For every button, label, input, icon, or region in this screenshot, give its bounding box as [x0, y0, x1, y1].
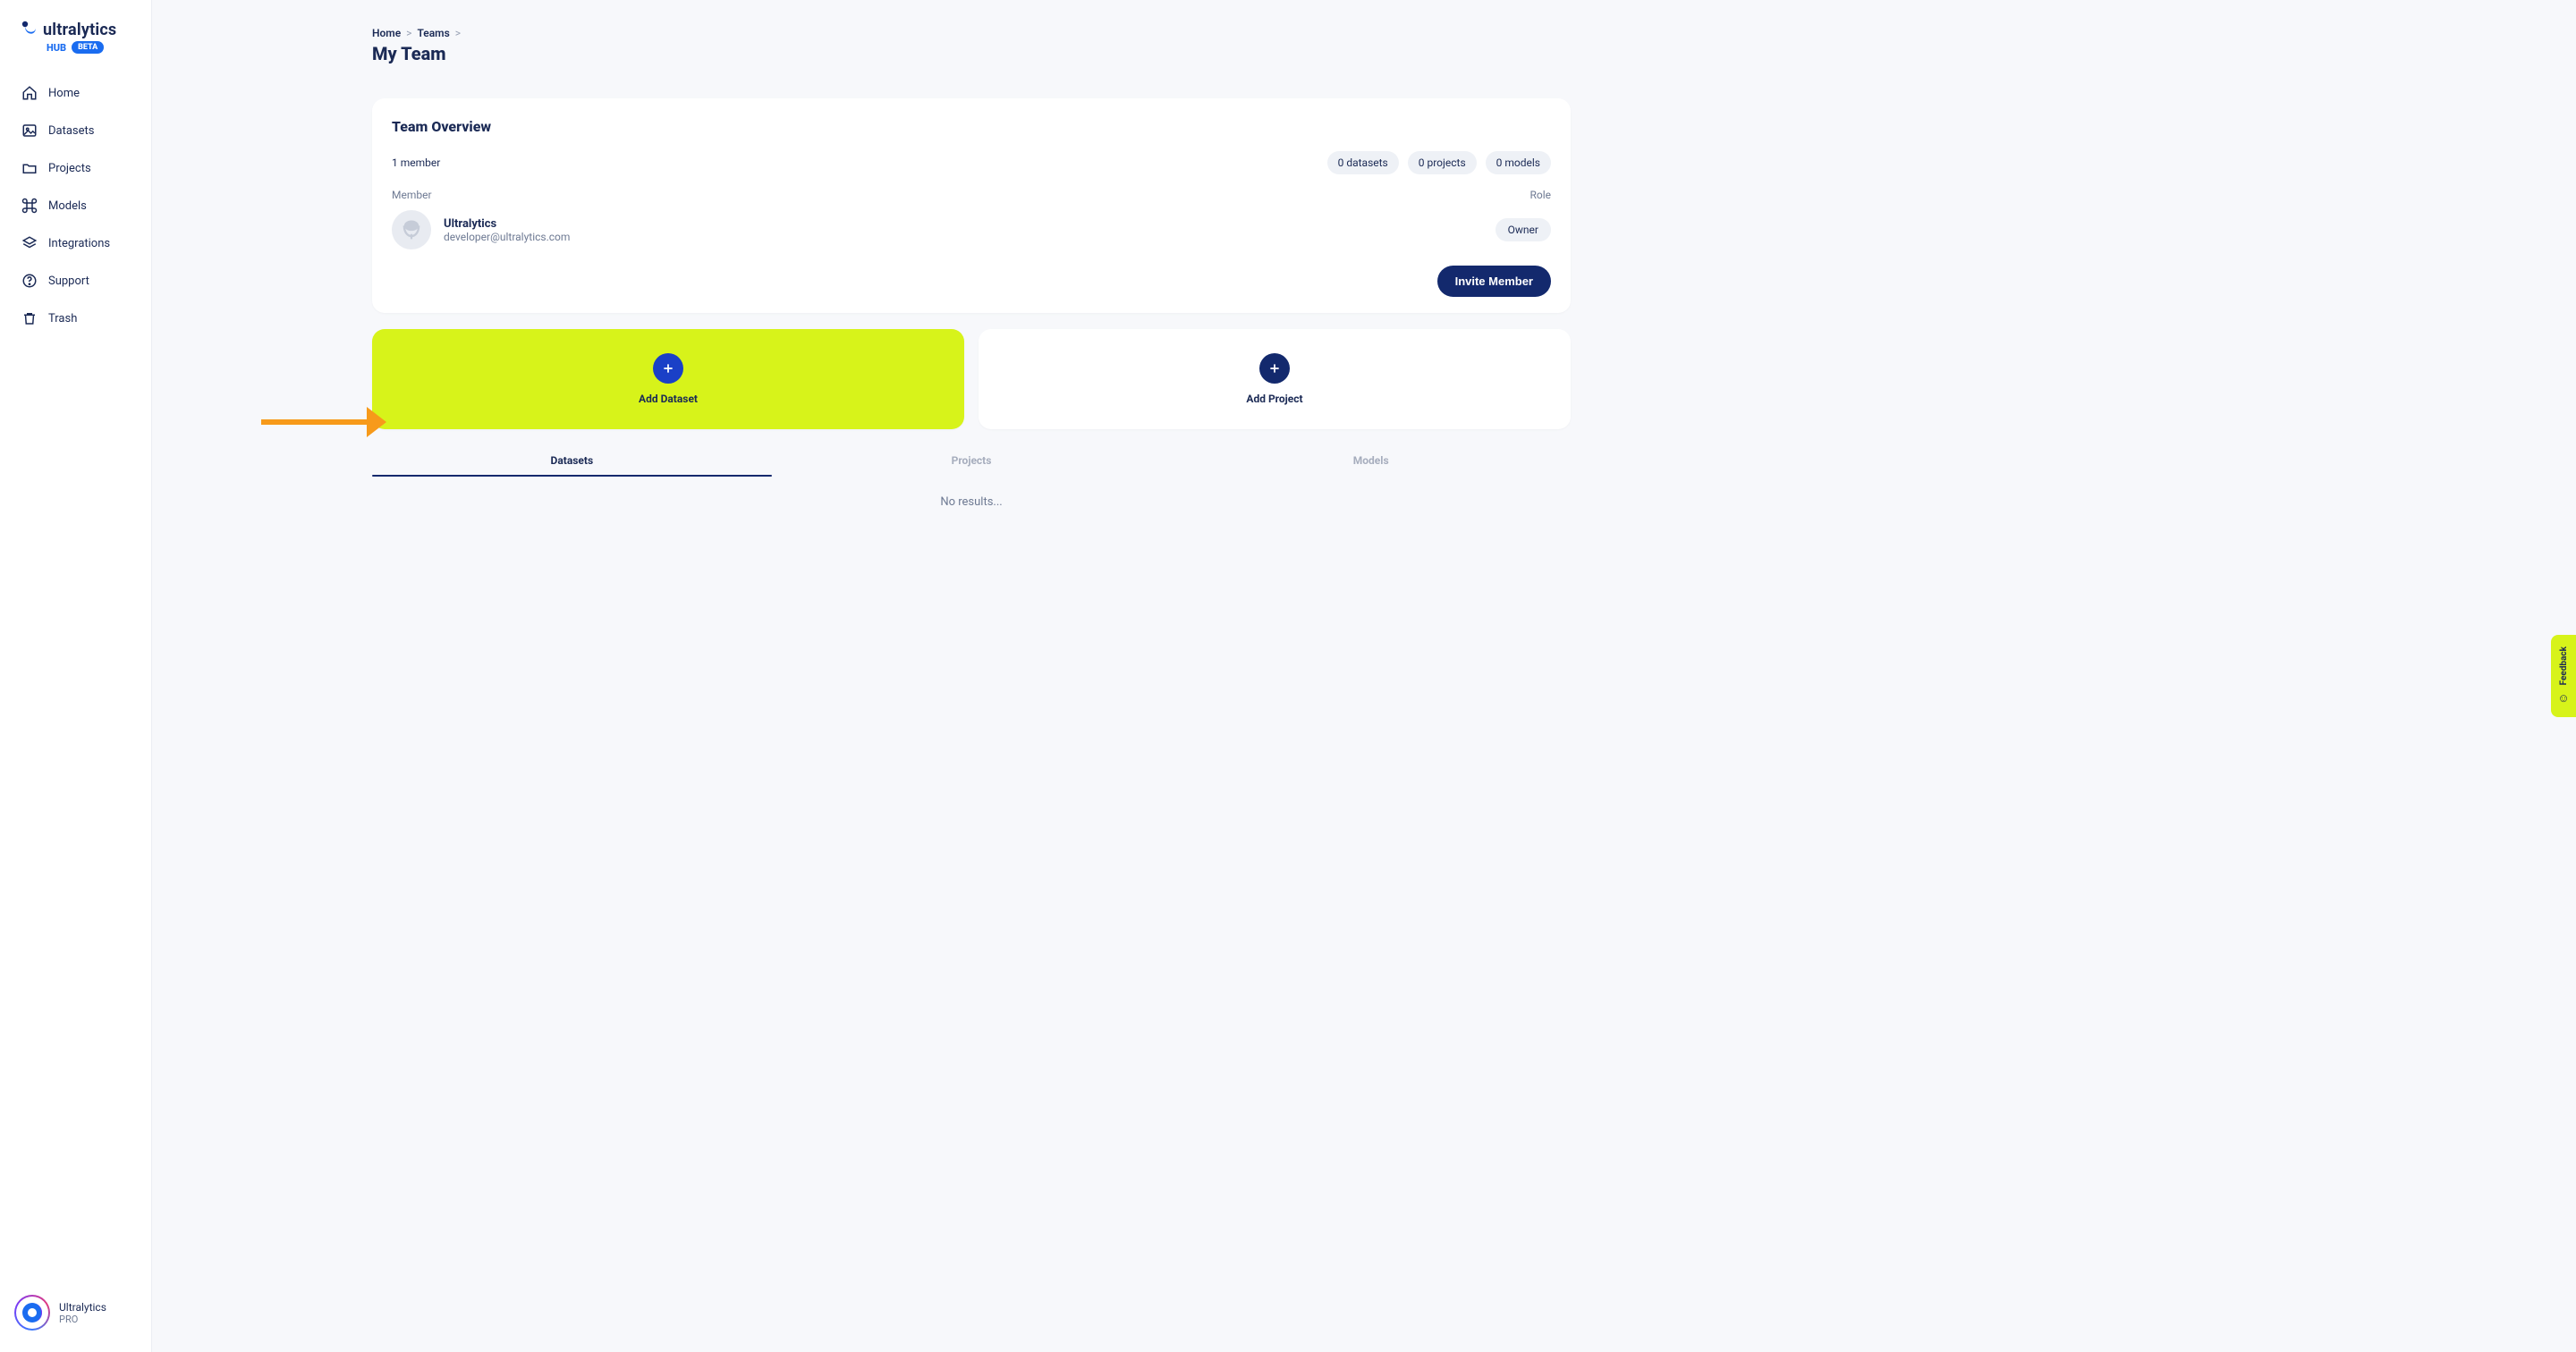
chip-projects: 0 projects [1408, 151, 1477, 174]
feedback-icon: ☺ [2557, 691, 2569, 706]
breadcrumb-teams[interactable]: Teams [417, 27, 449, 39]
sidebar-item-trash[interactable]: Trash [9, 302, 142, 334]
plus-icon [1259, 353, 1290, 384]
sidebar-item-home[interactable]: Home [9, 77, 142, 109]
chip-models: 0 models [1486, 151, 1551, 174]
sidebar-item-label: Projects [48, 162, 91, 175]
brand-word: ultralytics [43, 21, 116, 39]
tab-models[interactable]: Models [1171, 445, 1571, 476]
folder-icon [21, 160, 38, 176]
member-row: Ultralytics developer@ultralytics.com Ow… [392, 210, 1551, 249]
page-title: My Team [372, 43, 1571, 64]
sidebar-nav: Home Datasets Projects Models Integratio… [0, 72, 151, 340]
brand-beta-badge: BETA [72, 41, 104, 54]
add-dataset-card[interactable]: Add Dataset [372, 329, 964, 429]
breadcrumb-sep: > [406, 27, 411, 39]
breadcrumb: Home > Teams > [372, 27, 1571, 39]
sidebar-item-integrations[interactable]: Integrations [9, 227, 142, 259]
sidebar-item-label: Models [48, 199, 87, 213]
sidebar-item-label: Datasets [48, 124, 95, 138]
brand[interactable]: ultralytics HUB BETA [0, 20, 151, 72]
sidebar-user-name: Ultralytics [59, 1301, 106, 1314]
empty-state: No results... [372, 495, 1571, 509]
sidebar-item-label: Home [48, 87, 80, 100]
tab-datasets[interactable]: Datasets [372, 445, 772, 476]
add-dataset-label: Add Dataset [639, 393, 698, 405]
command-icon [21, 198, 38, 214]
trash-icon [21, 310, 38, 326]
sidebar-item-models[interactable]: Models [9, 190, 142, 222]
tabs: Datasets Projects Models [372, 445, 1571, 476]
sidebar-user-plan: PRO [59, 1314, 106, 1325]
member-email: developer@ultralytics.com [444, 231, 570, 243]
brand-sub: HUB [47, 42, 66, 54]
sidebar-item-projects[interactable]: Projects [9, 152, 142, 184]
sidebar-item-datasets[interactable]: Datasets [9, 114, 142, 147]
sidebar-item-label: Support [48, 275, 89, 288]
chip-datasets: 0 datasets [1327, 151, 1399, 174]
role-badge: Owner [1496, 218, 1551, 241]
feedback-label: Feedback [2559, 646, 2569, 685]
sidebar-item-label: Integrations [48, 237, 110, 250]
sidebar-item-support[interactable]: Support [9, 265, 142, 297]
add-project-card[interactable]: Add Project [979, 329, 1571, 429]
member-name: Ultralytics [444, 217, 570, 231]
feedback-tab[interactable]: Feedback ☺ [2551, 635, 2576, 717]
plus-icon [653, 353, 683, 384]
member-count: 1 member [392, 156, 440, 169]
layers-icon [21, 235, 38, 251]
team-overview-card: Team Overview 1 member 0 datasets 0 proj… [372, 98, 1571, 313]
breadcrumb-sep: > [455, 27, 461, 39]
sidebar: ultralytics HUB BETA Home Datasets Proje… [0, 0, 152, 1352]
main: Home > Teams > My Team Team Overview 1 m… [152, 0, 2576, 1352]
image-icon [21, 123, 38, 139]
add-project-label: Add Project [1246, 393, 1302, 405]
home-icon [21, 85, 38, 101]
help-icon [21, 273, 38, 289]
overview-title: Team Overview [392, 118, 1551, 135]
tab-projects[interactable]: Projects [772, 445, 1172, 476]
sidebar-user[interactable]: Ultralytics PRO [0, 1286, 151, 1339]
breadcrumb-home[interactable]: Home [372, 27, 401, 39]
invite-member-button[interactable]: Invite Member [1437, 266, 1551, 297]
col-role: Role [1530, 189, 1551, 201]
overview-chips: 0 datasets 0 projects 0 models [1327, 151, 1551, 174]
add-row: Add Dataset Add Project [372, 329, 1571, 429]
brand-logo-icon [21, 20, 38, 39]
member-avatar [392, 210, 431, 249]
sidebar-item-label: Trash [48, 312, 77, 325]
col-member: Member [392, 189, 432, 201]
user-avatar [14, 1295, 50, 1331]
